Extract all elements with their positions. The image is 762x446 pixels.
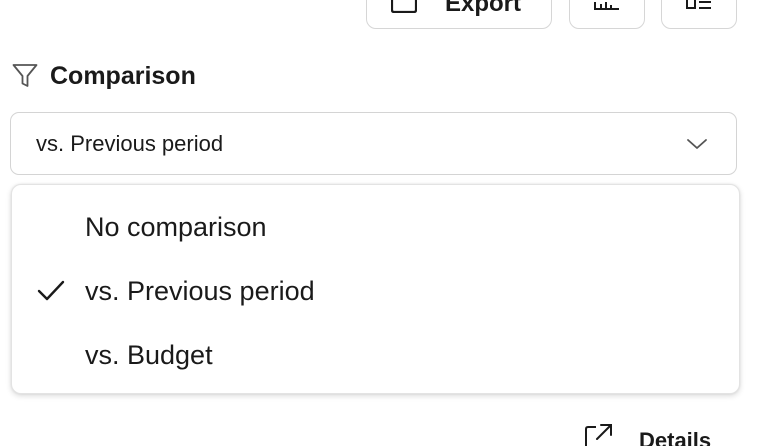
option-no-comparison[interactable]: No comparison xyxy=(12,195,739,259)
comparison-title: Comparison xyxy=(50,61,196,90)
details-label: Details xyxy=(639,428,712,446)
comparison-select-value: vs. Previous period xyxy=(36,130,224,156)
comparison-select[interactable]: vs. Previous period xyxy=(10,112,737,175)
details-link[interactable]: Details xyxy=(585,424,711,446)
option-label: vs. Budget xyxy=(85,339,213,370)
comparison-dropdown-menu: No comparison vs. Previous period vs. Bu… xyxy=(11,184,740,394)
option-label: No comparison xyxy=(85,211,267,242)
export-button[interactable]: Export xyxy=(366,0,552,29)
checkmark-icon xyxy=(37,280,65,301)
list-view-icon xyxy=(686,0,711,9)
comparison-panel: Export Comparison vs. Previous period No… xyxy=(0,0,762,446)
export-icon xyxy=(391,0,417,13)
comparison-header: Comparison xyxy=(12,60,196,92)
open-external-icon xyxy=(585,424,612,446)
chart-view-button[interactable] xyxy=(569,0,645,29)
bar-chart-icon xyxy=(594,2,619,10)
filter-icon xyxy=(12,64,38,87)
list-view-button[interactable] xyxy=(661,0,737,29)
option-budget[interactable]: vs. Budget xyxy=(12,323,739,387)
option-label: vs. Previous period xyxy=(85,275,315,306)
export-label: Export xyxy=(445,0,522,17)
option-previous-period[interactable]: vs. Previous period xyxy=(12,259,739,323)
chevron-down-icon xyxy=(687,138,707,149)
